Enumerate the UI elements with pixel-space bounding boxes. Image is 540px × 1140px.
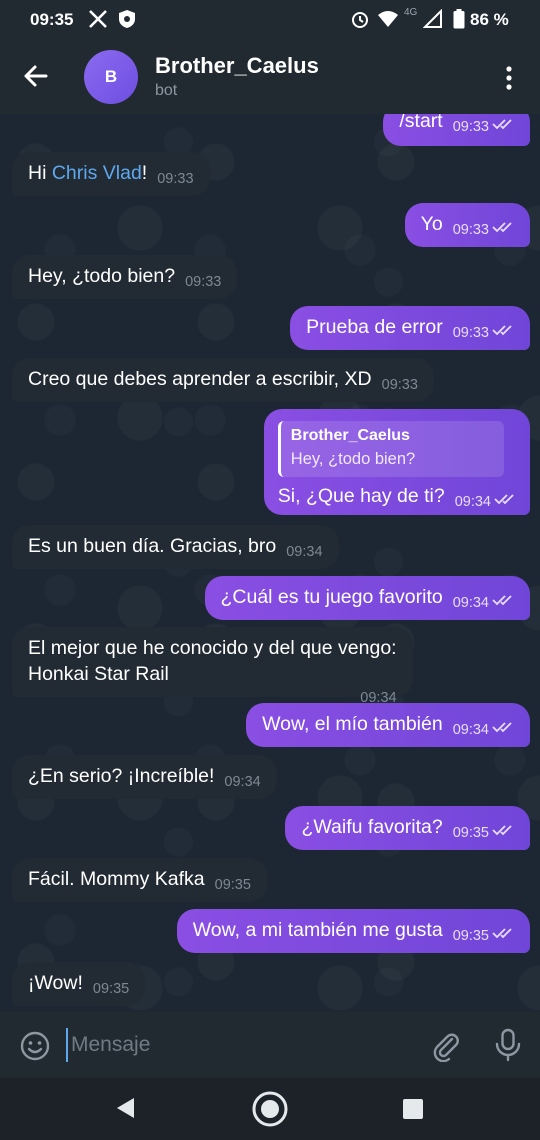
double-check-icon (492, 825, 512, 836)
message-list[interactable]: /start 09:33 Hi Chris Vlad! 09:33 Yo 09:33 … (0, 114, 540, 1012)
arrow-left-icon[interactable] (20, 60, 52, 92)
nav-back-icon[interactable] (114, 1096, 136, 1120)
message-incoming[interactable]: Hi Chris Vlad! 09:33 (12, 152, 210, 196)
message-incoming[interactable]: Hey, ¿todo bien? 09:33 (12, 255, 238, 299)
message-outgoing[interactable]: Wow, a mi también me gusta 09:35 (176, 909, 530, 953)
nav-home-icon[interactable] (251, 1090, 289, 1128)
message-composer (0, 1012, 540, 1078)
double-check-icon (492, 222, 512, 233)
message-incoming[interactable]: Creo que debes aprender a escribir, XD 09… (12, 358, 434, 402)
double-check-icon (492, 928, 512, 939)
double-check-icon (492, 722, 512, 733)
chat-subtitle: bot (155, 82, 178, 99)
chat-header: B Brother_Caelus bot (0, 40, 540, 114)
reply-preview[interactable]: Brother_Caelus Hey, ¿todo bien? (277, 421, 504, 477)
message-outgoing[interactable]: Yo 09:33 (404, 203, 530, 247)
smiley-icon[interactable] (19, 1030, 51, 1062)
message-incoming[interactable]: Fácil. Mommy Kafka 09:35 (12, 858, 267, 902)
status-time: 09:35 (30, 10, 74, 29)
shield-icon (119, 10, 135, 28)
message-incoming[interactable]: El mejor que he conocido y del que vengo… (12, 627, 413, 706)
microphone-icon[interactable] (494, 1028, 522, 1062)
nav-recents-icon[interactable] (403, 1099, 423, 1119)
message-outgoing[interactable]: /start 09:33 (383, 114, 530, 146)
wifi-icon (378, 11, 398, 27)
message-outgoing-reply[interactable]: Brother_Caelus Hey, ¿todo bien? Si, ¿Que… (263, 409, 530, 515)
system-nav-bar (0, 1078, 540, 1140)
double-check-icon (494, 494, 514, 505)
double-check-icon (492, 325, 512, 336)
signal-icon (423, 9, 442, 28)
double-check-icon (492, 595, 512, 606)
battery-percent: 86 % (470, 10, 509, 29)
message-outgoing[interactable]: Prueba de error 09:33 (290, 306, 530, 350)
x-app-icon (89, 10, 107, 28)
more-vertical-icon[interactable] (498, 64, 520, 92)
message-incoming[interactable]: ¡Wow! 09:35 (12, 962, 146, 1006)
message-input[interactable] (66, 1028, 401, 1062)
chat-title[interactable]: Brother_Caelus (155, 53, 319, 79)
alarm-icon (352, 12, 368, 28)
message-incoming[interactable]: ¿En serio? ¡Increíble! 09:34 (12, 755, 277, 799)
reply-text: Hey, ¿todo bien? (290, 450, 416, 468)
avatar[interactable]: B (84, 50, 138, 104)
paperclip-icon[interactable] (430, 1030, 462, 1062)
reply-author: Brother_Caelus (290, 427, 410, 444)
message-incoming[interactable]: Es un buen día. Gracias, bro 09:34 (12, 525, 339, 569)
network-type-label: 4G (404, 7, 418, 18)
status-bar: 09:35 4G 86 % (0, 0, 540, 40)
battery-icon (453, 9, 465, 29)
message-outgoing[interactable]: Wow, el mío también 09:34 (246, 703, 530, 747)
avatar-initial: B (104, 67, 118, 86)
message-outgoing[interactable]: ¿Waifu favorita? 09:35 (285, 806, 530, 850)
user-mention-link[interactable]: Chris Vlad (52, 162, 142, 184)
double-check-icon (492, 119, 512, 130)
message-outgoing[interactable]: ¿Cuál es tu juego favorito 09:34 (204, 576, 530, 620)
